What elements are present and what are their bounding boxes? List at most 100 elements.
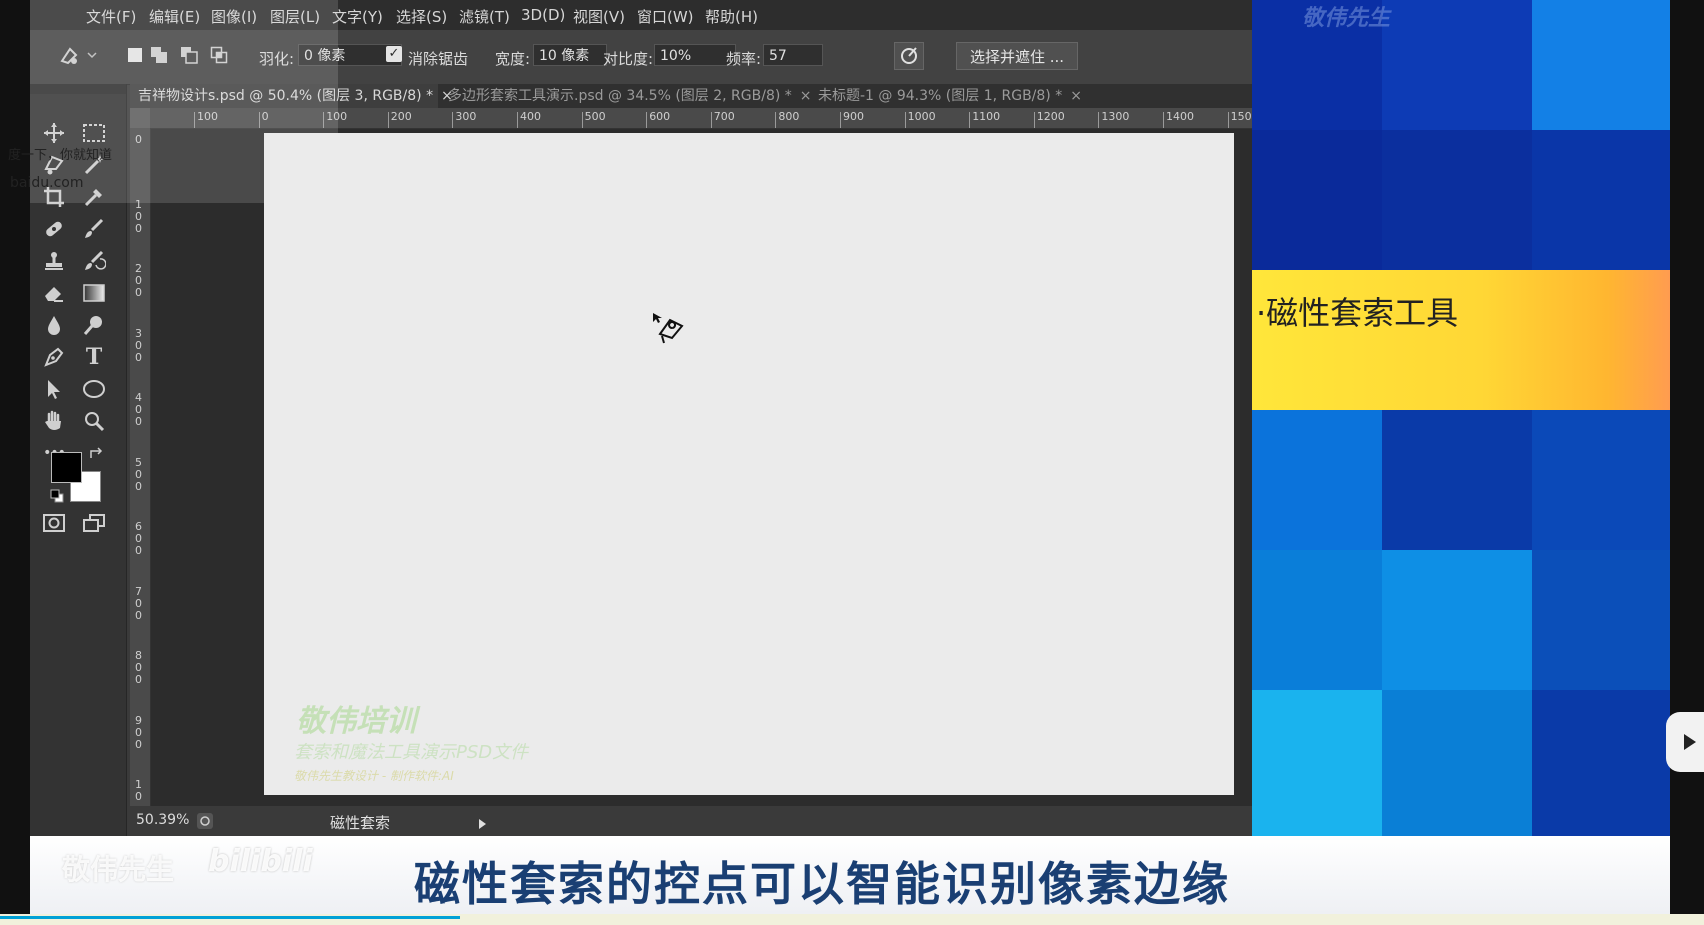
bottom-watermark-name: 敬伟先生 [62,853,175,886]
ruler-label: 1400 [1166,110,1194,123]
foreground-color-swatch[interactable] [51,452,82,483]
select-and-mask-button[interactable]: 选择并遮住 ... [956,42,1078,70]
stylus-pressure-icon[interactable] [894,42,924,70]
vertical-ruler: 01 0 02 0 03 0 04 0 05 0 06 0 07 0 08 0 … [130,128,151,808]
mosaic-tile [1382,130,1532,270]
frequency-label: 频率: [726,50,762,68]
contrast-input[interactable]: 10% [654,44,736,66]
ruler-label: 1300 [1101,110,1130,123]
mosaic-tile [1382,550,1532,690]
width-input[interactable]: 10 像素 [533,44,607,66]
ruler-label: 400 [520,110,541,123]
menu-select[interactable]: 选择(S) [396,6,447,27]
ruler-label: 800 [778,110,800,123]
path-select-icon[interactable] [36,374,72,404]
pen-icon[interactable] [36,342,72,372]
ruler-tick [1163,112,1164,128]
zoom-icon[interactable] [76,406,112,436]
tab-polygon-lasso-demo[interactable]: 多边形套索工具演示.psd @ 34.5% (图层 2, RGB/8) * × [440,84,812,108]
mosaic-tile [1252,550,1382,690]
ruler-label: 1 0 0 [135,197,142,235]
mosaic-tile [1532,410,1670,550]
ruler-label: 1200 [1036,110,1065,123]
ruler-tick [1033,112,1035,128]
menu-window[interactable]: 窗口(W) [637,6,694,27]
mosaic-tile [1532,0,1670,130]
ruler-label: 1100 [972,110,1001,123]
eraser-icon[interactable] [36,278,72,308]
title-banner: ·磁性套索工具 [1252,270,1670,410]
popup-text-2[interactable]: baidu.com [10,175,83,191]
ruler-label: 700 [713,110,735,123]
default-colors-icon[interactable] [50,488,64,503]
frequency-input[interactable]: 57 [763,44,823,66]
ruler-label: 500 [584,110,606,123]
mosaic-tile [1382,0,1532,130]
ruler-tick [904,112,906,128]
document-canvas[interactable]: 敬伟培训 套索和魔法工具演示PSD文件 敬伟先生教设计 - 制作软件:AI [264,133,1234,795]
mosaic-tile [1532,690,1670,836]
ruler-label: 300 [455,110,477,123]
mosaic-tile [1532,550,1670,690]
menu-help[interactable]: 帮助(H) [705,6,758,27]
progress-strip [0,914,1704,925]
video-frame: 文件(F) 编辑(E) 图像(I) 图层(L) 文字(Y) 选择(S) 滤镜(T… [0,0,1704,925]
dodge-icon[interactable] [76,310,112,340]
gradient-icon[interactable] [76,278,112,308]
photoshop-window: 文件(F) 编辑(E) 图像(I) 图层(L) 文字(Y) 选择(S) 滤镜(T… [8,0,1259,836]
close-icon[interactable]: × [1070,88,1082,104]
watermark-title: 敬伟培训 [296,704,416,739]
mosaic-tile [1252,130,1382,270]
tab-label: 多边形套索工具演示.psd @ 34.5% (图层 2, RGB/8) * [448,88,792,104]
tab-label: 未标题-1 @ 94.3% (图层 1, RGB/8) * [818,88,1063,104]
healing-brush-icon[interactable] [36,214,72,244]
status-info-icon[interactable] [197,813,213,829]
hand-icon[interactable] [36,406,72,436]
type-icon[interactable]: T [76,342,112,372]
ruler-tick [387,112,389,128]
swap-colors-icon[interactable] [88,446,104,460]
banner-title: ·磁性套索工具 [1256,294,1459,332]
play-button-icon[interactable] [1666,712,1704,772]
bilibili-logo: bilibili [208,844,313,879]
magnetic-lasso-cursor-icon [652,312,686,348]
ruler-tick [517,112,518,128]
subtitle-text: 磁性套索的控点可以智能识别像素边缘 [414,857,1230,911]
ruler-label: 1000 [907,110,936,123]
menu-filter[interactable]: 滤镜(T) [459,6,510,27]
progress-fill [0,916,460,919]
ruler-label: 9 0 0 [135,713,142,751]
menu-3d[interactable]: 3D(D) [521,6,565,24]
ruler-label: 7 0 0 [135,584,142,622]
blur-icon[interactable] [36,310,72,340]
clone-stamp-icon[interactable] [36,246,72,276]
contrast-label: 对比度: [603,50,654,68]
popup-text-1: 度一下，你就知道 [8,148,113,163]
ruler-tick [775,112,777,128]
ellipse-icon[interactable] [76,374,112,404]
right-panel-watermark: 敬伟先生 [1302,6,1391,31]
mosaic-tile [1252,410,1382,550]
ruler-label: 6 0 0 [135,520,142,557]
ruler-tick [710,112,712,128]
antialias-checkbox[interactable]: ✓ [386,46,402,62]
menu-view[interactable]: 视图(V) [573,6,625,27]
ruler-label: 600 [649,110,671,123]
antialias-label: 消除锯齿 [408,50,469,68]
ruler-label: 200 [390,110,412,123]
tab-untitled-1[interactable]: 未标题-1 @ 94.3% (图层 1, RGB/8) * × [810,84,1100,108]
brush-icon[interactable] [76,214,112,244]
menu-type[interactable]: 文字(Y) [332,6,383,27]
baidu-popup[interactable]: 度一下，你就知道 baidu.com [8,0,338,203]
mosaic-tile [1252,690,1382,836]
watermark-line-2: 敬伟先生教设计 - 制作软件:AI [294,769,454,783]
quick-mask-icon[interactable] [36,508,72,538]
ruler-label: 900 [843,110,864,123]
watermark-line-1: 套索和魔法工具演示PSD文件 [294,742,529,763]
status-arrow-icon[interactable] [476,815,488,829]
ruler-tick [840,112,841,128]
history-brush-icon[interactable] [76,246,112,276]
mosaic-tile [1382,410,1532,550]
screen-mode-icon[interactable] [76,508,112,538]
zoom-level[interactable]: 50.39% [136,812,189,828]
